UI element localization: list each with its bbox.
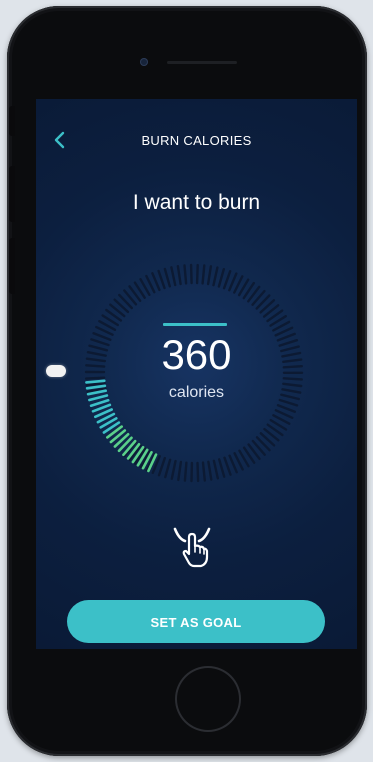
dial-progress-tick xyxy=(85,379,106,384)
dial-handle[interactable] xyxy=(46,365,66,377)
tap-hand-icon xyxy=(173,527,211,568)
dial-tick xyxy=(206,265,213,286)
calorie-value: 360 xyxy=(161,331,232,378)
dial-tick xyxy=(164,458,172,479)
dial-tick xyxy=(217,458,226,478)
dial-tick xyxy=(201,461,207,482)
dial-tick xyxy=(201,264,206,285)
dial-tick xyxy=(151,272,161,292)
dial-tick xyxy=(212,459,220,480)
dial-tick xyxy=(157,456,167,477)
goal-prompt: I want to burn xyxy=(132,191,261,214)
value-indicator-line xyxy=(163,323,227,326)
dial-tick xyxy=(195,263,199,285)
dial-tick xyxy=(207,460,213,481)
dial-tick xyxy=(222,270,232,290)
dial-tick xyxy=(157,269,166,290)
dial-tick xyxy=(189,263,193,285)
dial-tick xyxy=(170,266,177,287)
set-as-goal-button[interactable]: SET AS GOAL xyxy=(67,600,325,643)
dial-tick xyxy=(217,268,226,288)
dial-tick xyxy=(196,461,200,483)
dial-tick xyxy=(170,459,177,480)
page-title: BURN CALORIES xyxy=(141,133,252,148)
volume-up-button xyxy=(9,166,15,222)
home-button[interactable] xyxy=(175,666,241,732)
dial-tick xyxy=(228,454,238,474)
volume-down-button xyxy=(9,238,15,294)
dial-tick xyxy=(228,272,238,292)
dial-tick xyxy=(176,265,182,286)
dial-tick xyxy=(183,264,188,285)
mute-switch xyxy=(9,106,15,136)
earpiece-speaker xyxy=(167,61,237,64)
dial-tick xyxy=(183,461,188,482)
dial-tick xyxy=(163,267,172,288)
app-screen: BURN CALORIES I want to burn 360 calorie… xyxy=(36,99,357,649)
front-camera xyxy=(140,58,148,66)
dial-tick xyxy=(276,403,297,413)
calorie-unit: calories xyxy=(168,384,225,401)
dial-tick xyxy=(223,456,232,476)
dial-tick xyxy=(212,266,219,287)
dial-tick xyxy=(177,460,183,482)
